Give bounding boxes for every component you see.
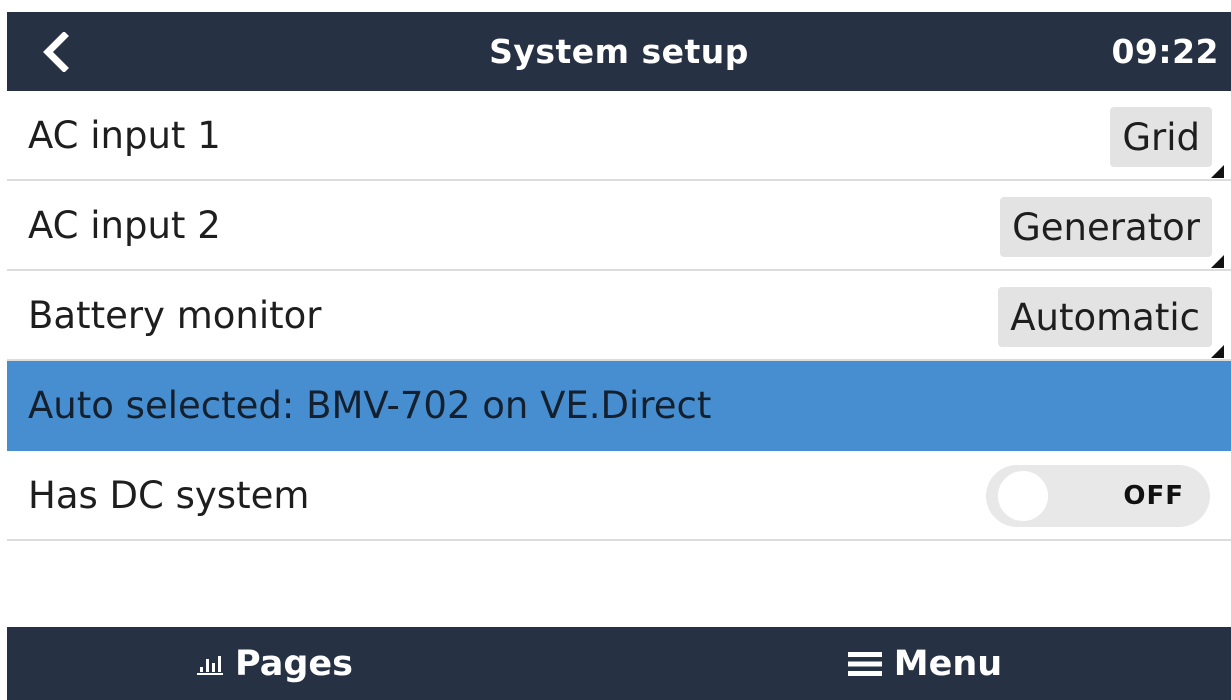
setting-label: Has DC system	[28, 473, 310, 517]
pages-label: Pages	[235, 643, 353, 684]
setting-label: Auto selected: BMV-702 on VE.Direct	[28, 383, 712, 427]
hamburger-icon	[847, 650, 882, 678]
page-title: System setup	[489, 32, 749, 71]
setting-row-has-dc-system[interactable]: Has DC system OFF	[7, 451, 1231, 541]
toggle-state-label: OFF	[1123, 481, 1184, 511]
dropdown-corner-icon	[1211, 165, 1224, 178]
setting-row-ac-input-1[interactable]: AC input 1 Grid	[7, 91, 1231, 181]
setting-row-ac-input-2[interactable]: AC input 2 Generator	[7, 181, 1231, 271]
dropdown-corner-icon	[1211, 255, 1224, 268]
clock-time: 09:22	[1111, 32, 1219, 71]
toggle-knob	[998, 471, 1048, 521]
pages-button[interactable]: Pages	[7, 627, 543, 700]
setting-label: Battery monitor	[28, 293, 322, 337]
footer-bar: Pages Menu	[7, 627, 1231, 700]
header-bar: System setup 09:22	[7, 12, 1231, 91]
setting-value-dropdown[interactable]: Generator	[1000, 197, 1212, 257]
setting-row-battery-monitor[interactable]: Battery monitor Automatic	[7, 271, 1231, 361]
system-setup-screen: System setup 09:22 AC input 1 Grid AC in…	[0, 0, 1231, 700]
dropdown-corner-icon	[1211, 345, 1224, 358]
menu-button[interactable]: Menu	[619, 627, 1231, 700]
bar-chart-icon	[197, 653, 224, 675]
settings-list: AC input 1 Grid AC input 2 Generator Bat…	[7, 91, 1231, 541]
menu-label: Menu	[893, 643, 1003, 684]
setting-value-dropdown[interactable]: Grid	[1110, 107, 1212, 167]
setting-label: AC input 2	[28, 203, 221, 247]
has-dc-system-toggle[interactable]: OFF	[986, 465, 1210, 527]
setting-value-dropdown[interactable]: Automatic	[998, 287, 1212, 347]
setting-row-auto-selected[interactable]: Auto selected: BMV-702 on VE.Direct	[7, 361, 1231, 451]
setting-label: AC input 1	[28, 113, 221, 157]
